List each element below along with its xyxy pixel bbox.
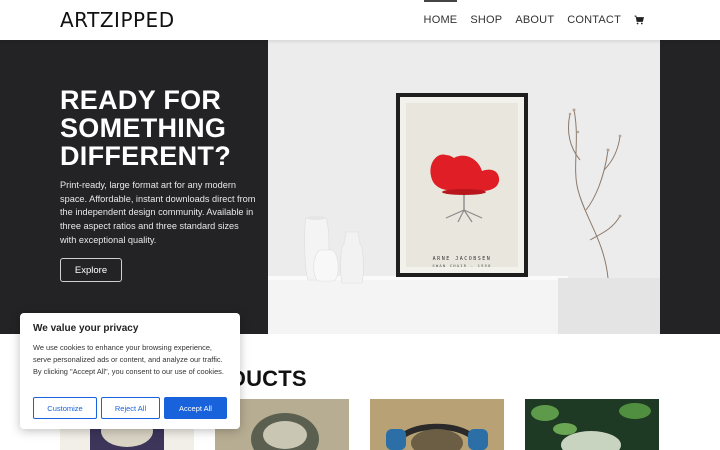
cookie-consent-banner: We value your privacy We use cookies to … <box>20 313 240 429</box>
site-header: ARTZIPPED HOME SHOP ABOUT CONTACT <box>0 0 720 40</box>
reject-all-button[interactable]: Reject All <box>101 397 160 419</box>
logo-wordmark: ARTZIPPED <box>60 8 175 32</box>
nav-home[interactable]: HOME <box>423 0 458 40</box>
product-card-3[interactable] <box>370 399 504 450</box>
explore-button[interactable]: Explore <box>60 258 122 282</box>
product-image-3 <box>370 399 504 450</box>
hero-description: Print-ready, large format art for any mo… <box>60 180 256 245</box>
product-card-4[interactable] <box>525 399 659 450</box>
main-nav: HOME SHOP ABOUT CONTACT <box>423 0 644 40</box>
hero-right-strip <box>660 40 720 334</box>
poster-caption-1: ARNE JACOBSEN <box>433 256 492 262</box>
shopping-cart-icon[interactable] <box>634 15 644 25</box>
nav-contact[interactable]: CONTACT <box>567 0 621 40</box>
customize-button[interactable]: Customize <box>33 397 97 419</box>
nav-shop[interactable]: SHOP <box>470 0 502 40</box>
products-heading: DUCTS <box>230 366 307 391</box>
hero-illustration: ARNE JACOBSEN SWAN CHAIR - 1958 <box>268 40 660 334</box>
accept-all-button[interactable]: Accept All <box>164 397 227 419</box>
product-image-4 <box>525 399 659 450</box>
logo-text: ARTZIPPED <box>60 8 175 32</box>
hero-image: ARNE JACOBSEN SWAN CHAIR - 1958 <box>268 40 660 334</box>
nav-about[interactable]: ABOUT <box>515 0 554 40</box>
poster-caption-2: SWAN CHAIR - 1958 <box>432 263 491 268</box>
cookie-title: We value your privacy <box>33 323 139 334</box>
site-logo[interactable]: ARTZIPPED <box>60 8 180 32</box>
hero-title: READY FOR SOMETHING DIFFERENT? <box>60 85 231 171</box>
cookie-description: We use cookies to enhance your browsing … <box>33 343 224 376</box>
